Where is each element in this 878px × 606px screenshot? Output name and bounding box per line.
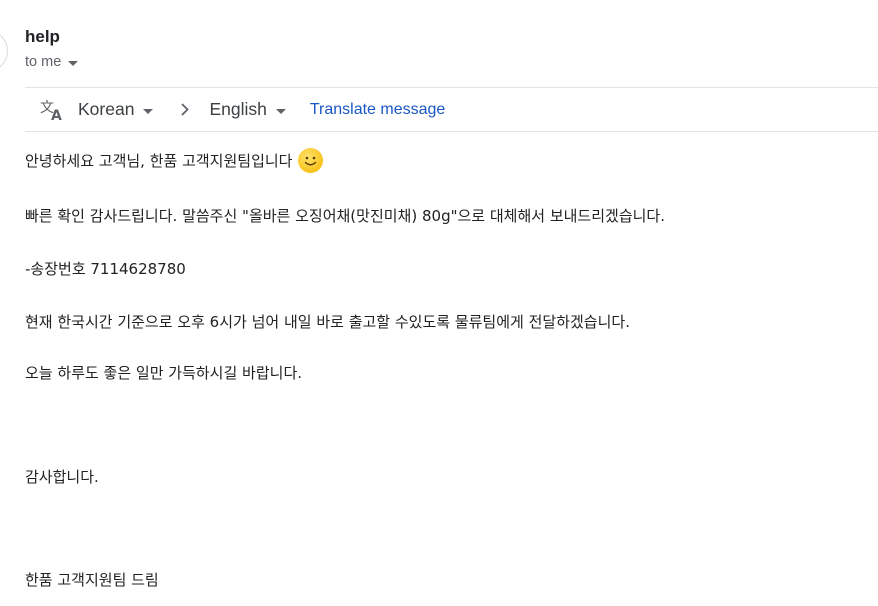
- smiling-face-emoji-icon: [298, 148, 324, 173]
- message-thanks-line: 감사합니다.: [25, 468, 99, 486]
- sender-name[interactable]: help: [25, 27, 60, 47]
- message-confirm-line: 빠른 확인 감사드립니다. 말씀주신 "올바른 오징어채(맛진미채) 80g"으…: [25, 207, 665, 225]
- chevron-down-icon: [275, 99, 286, 120]
- chevron-down-icon[interactable]: [68, 55, 79, 71]
- target-language-select[interactable]: English: [209, 99, 286, 120]
- recipient-label: to me: [25, 54, 62, 70]
- translate-icon: 文 A: [40, 97, 66, 123]
- message-signature: 한품 고객지원팀 드림: [25, 571, 159, 589]
- message-invoice-line: -송장번호 7114628780: [25, 260, 186, 278]
- source-language-label: Korean: [78, 99, 135, 119]
- message-wish-line: 오늘 하루도 좋은 일만 가득하시길 바랍니다.: [25, 364, 303, 382]
- translate-bar: 文 A Korean English Translate message: [25, 87, 878, 132]
- target-language-label: English: [209, 99, 267, 119]
- svg-text:A: A: [51, 108, 62, 121]
- sender-avatar[interactable]: [0, 30, 8, 72]
- source-language-select[interactable]: Korean: [78, 99, 154, 120]
- message-shipping-line: 현재 한국시간 기준으로 오후 6시가 넘어 내일 바로 출고할 수있도록 물류…: [25, 313, 630, 331]
- message-greeting: 안녕하세요 고객님, 한품 고객지원팀입니다: [25, 152, 293, 170]
- recipient-details-toggle[interactable]: to me: [25, 53, 79, 71]
- chevron-down-icon: [143, 99, 154, 120]
- chevron-right-icon: [181, 103, 190, 116]
- message-greeting-line: 안녕하세요 고객님, 한품 고객지원팀입니다: [25, 148, 324, 173]
- translate-message-link[interactable]: Translate message: [310, 101, 445, 119]
